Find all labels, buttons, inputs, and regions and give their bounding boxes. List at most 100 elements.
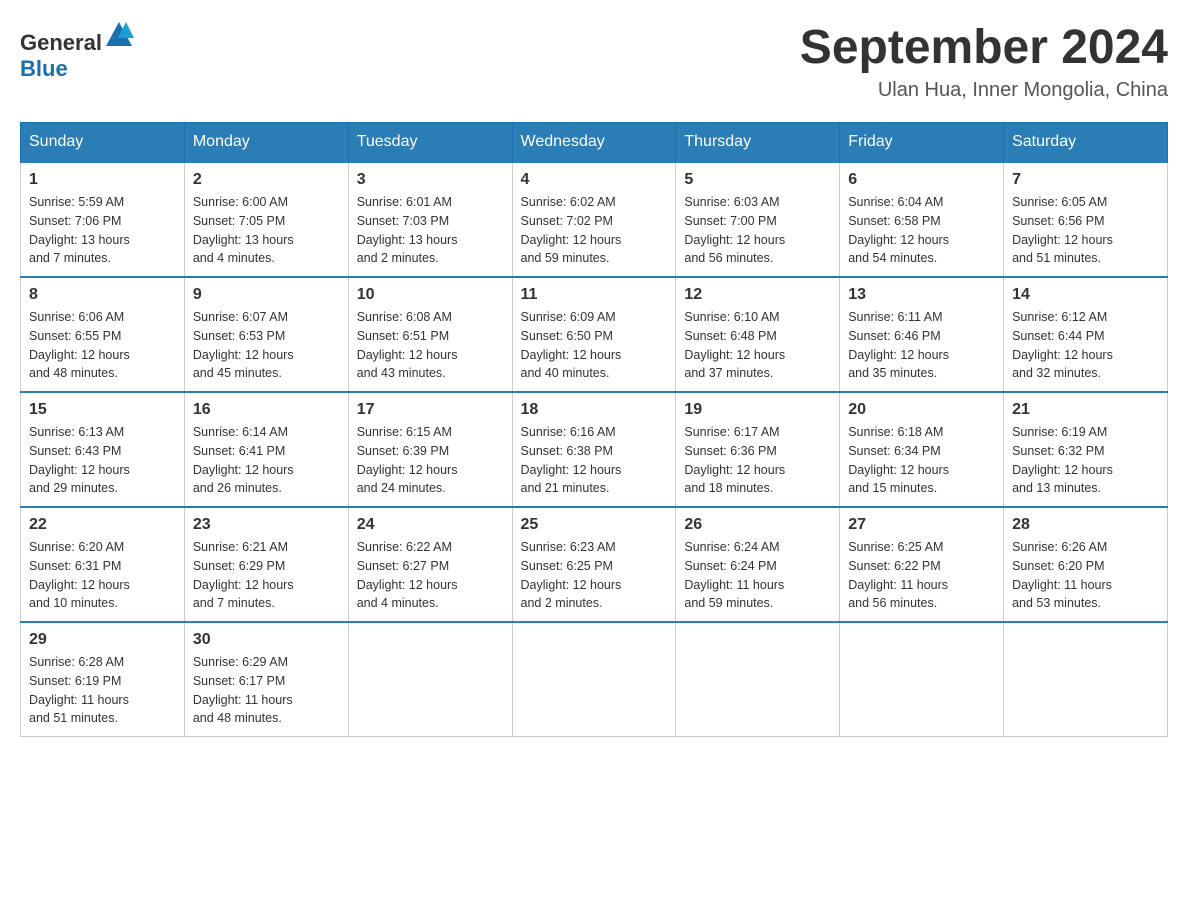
calendar-day-cell: 7Sunrise: 6:05 AMSunset: 6:56 PMDaylight… — [1004, 162, 1168, 277]
calendar-day-cell: 22 Sunrise: 6:20 AMSunset: 6:31 PMDayligh… — [21, 507, 185, 622]
calendar-day-cell: 11Sunrise: 6:09 AMSunset: 6:50 PMDayligh… — [512, 277, 676, 392]
calendar-day-cell: 29 Sunrise: 6:28 AMSunset: 6:19 PMDayligh… — [21, 622, 185, 737]
day-number: 23 — [193, 516, 340, 534]
calendar-day-cell: 5Sunrise: 6:03 AMSunset: 7:00 PMDaylight… — [676, 162, 840, 277]
day-number: 22 — [29, 516, 176, 534]
month-year-title: September 2024 — [800, 20, 1168, 75]
day-number: 29 — [29, 631, 176, 649]
day-number: 4 — [521, 171, 668, 189]
day-number: 26 — [684, 516, 831, 534]
day-info: Sunrise: 6:25 AMSunset: 6:22 PMDaylight:… — [848, 538, 995, 613]
day-info: Sunrise: 6:24 AMSunset: 6:24 PMDaylight:… — [684, 538, 831, 613]
day-number: 1 — [29, 171, 176, 189]
day-info: Sunrise: 6:11 AMSunset: 6:46 PMDaylight:… — [848, 308, 995, 383]
calendar-week-row: 8 Sunrise: 6:06 AMSunset: 6:55 PMDaylight… — [21, 277, 1168, 392]
day-info: Sunrise: 6:29 AMSunset: 6:17 PMDaylight:… — [193, 653, 340, 728]
calendar-header: SundayMondayTuesdayWednesdayThursdayFrid… — [21, 123, 1168, 163]
day-number: 13 — [848, 286, 995, 304]
calendar-day-cell: 2 Sunrise: 6:00 AMSunset: 7:05 PMDaylight… — [184, 162, 348, 277]
calendar-day-cell — [348, 622, 512, 737]
calendar-day-cell: 17 Sunrise: 6:15 AMSunset: 6:39 PMDayligh… — [348, 392, 512, 507]
calendar-table: SundayMondayTuesdayWednesdayThursdayFrid… — [20, 122, 1168, 737]
day-info: Sunrise: 6:22 AMSunset: 6:27 PMDaylight:… — [357, 538, 504, 613]
calendar-day-cell: 19 Sunrise: 6:17 AMSunset: 6:36 PMDayligh… — [676, 392, 840, 507]
calendar-week-row: 1 Sunrise: 5:59 AMSunset: 7:06 PMDaylight… — [21, 162, 1168, 277]
calendar-day-cell: 21Sunrise: 6:19 AMSunset: 6:32 PMDayligh… — [1004, 392, 1168, 507]
day-number: 9 — [193, 286, 340, 304]
day-info: Sunrise: 6:17 AMSunset: 6:36 PMDaylight:… — [684, 423, 831, 498]
day-info: Sunrise: 6:08 AMSunset: 6:51 PMDaylight:… — [357, 308, 504, 383]
calendar-day-cell: 24 Sunrise: 6:22 AMSunset: 6:27 PMDayligh… — [348, 507, 512, 622]
weekday-header-wednesday: Wednesday — [512, 123, 676, 163]
day-number: 18 — [521, 401, 668, 419]
day-number: 30 — [193, 631, 340, 649]
day-info: Sunrise: 6:04 AMSunset: 6:58 PMDaylight:… — [848, 193, 995, 268]
calendar-week-row: 29 Sunrise: 6:28 AMSunset: 6:19 PMDayligh… — [21, 622, 1168, 737]
day-info: Sunrise: 6:12 AMSunset: 6:44 PMDaylight:… — [1012, 308, 1159, 383]
day-info: Sunrise: 6:00 AMSunset: 7:05 PMDaylight:… — [193, 193, 340, 268]
calendar-day-cell: 10 Sunrise: 6:08 AMSunset: 6:51 PMDayligh… — [348, 277, 512, 392]
calendar-day-cell: 13 Sunrise: 6:11 AMSunset: 6:46 PMDayligh… — [840, 277, 1004, 392]
day-number: 15 — [29, 401, 176, 419]
day-info: Sunrise: 6:02 AMSunset: 7:02 PMDaylight:… — [521, 193, 668, 268]
day-number: 21 — [1012, 401, 1159, 419]
day-info: Sunrise: 6:03 AMSunset: 7:00 PMDaylight:… — [684, 193, 831, 268]
logo: General Blue — [20, 20, 134, 82]
day-info: Sunrise: 6:21 AMSunset: 6:29 PMDaylight:… — [193, 538, 340, 613]
calendar-day-cell: 25 Sunrise: 6:23 AMSunset: 6:25 PMDayligh… — [512, 507, 676, 622]
calendar-day-cell: 3 Sunrise: 6:01 AMSunset: 7:03 PMDaylight… — [348, 162, 512, 277]
day-number: 6 — [848, 171, 995, 189]
day-info: Sunrise: 6:14 AMSunset: 6:41 PMDaylight:… — [193, 423, 340, 498]
day-info: Sunrise: 6:10 AMSunset: 6:48 PMDaylight:… — [684, 308, 831, 383]
calendar-day-cell: 30 Sunrise: 6:29 AMSunset: 6:17 PMDayligh… — [184, 622, 348, 737]
calendar-day-cell — [1004, 622, 1168, 737]
day-number: 2 — [193, 171, 340, 189]
day-info: Sunrise: 6:06 AMSunset: 6:55 PMDaylight:… — [29, 308, 176, 383]
calendar-day-cell: 8 Sunrise: 6:06 AMSunset: 6:55 PMDaylight… — [21, 277, 185, 392]
day-number: 8 — [29, 286, 176, 304]
day-info: Sunrise: 6:23 AMSunset: 6:25 PMDaylight:… — [521, 538, 668, 613]
calendar-day-cell: 23 Sunrise: 6:21 AMSunset: 6:29 PMDayligh… — [184, 507, 348, 622]
weekday-header-tuesday: Tuesday — [348, 123, 512, 163]
day-info: Sunrise: 6:20 AMSunset: 6:31 PMDaylight:… — [29, 538, 176, 613]
day-number: 19 — [684, 401, 831, 419]
weekday-header-friday: Friday — [840, 123, 1004, 163]
page-header: General Blue September 2024 Ulan Hua, In… — [20, 20, 1168, 102]
calendar-week-row: 15Sunrise: 6:13 AMSunset: 6:43 PMDayligh… — [21, 392, 1168, 507]
day-info: Sunrise: 6:01 AMSunset: 7:03 PMDaylight:… — [357, 193, 504, 268]
day-info: Sunrise: 6:18 AMSunset: 6:34 PMDaylight:… — [848, 423, 995, 498]
calendar-day-cell: 4 Sunrise: 6:02 AMSunset: 7:02 PMDaylight… — [512, 162, 676, 277]
weekday-header-row: SundayMondayTuesdayWednesdayThursdayFrid… — [21, 123, 1168, 163]
calendar-day-cell — [840, 622, 1004, 737]
day-info: Sunrise: 6:28 AMSunset: 6:19 PMDaylight:… — [29, 653, 176, 728]
calendar-day-cell: 15Sunrise: 6:13 AMSunset: 6:43 PMDayligh… — [21, 392, 185, 507]
calendar-body: 1 Sunrise: 5:59 AMSunset: 7:06 PMDaylight… — [21, 162, 1168, 737]
day-number: 10 — [357, 286, 504, 304]
weekday-header-monday: Monday — [184, 123, 348, 163]
day-number: 16 — [193, 401, 340, 419]
day-number: 3 — [357, 171, 504, 189]
day-number: 27 — [848, 516, 995, 534]
day-info: Sunrise: 6:26 AMSunset: 6:20 PMDaylight:… — [1012, 538, 1159, 613]
day-info: Sunrise: 6:16 AMSunset: 6:38 PMDaylight:… — [521, 423, 668, 498]
day-info: Sunrise: 5:59 AMSunset: 7:06 PMDaylight:… — [29, 193, 176, 268]
calendar-day-cell: 9Sunrise: 6:07 AMSunset: 6:53 PMDaylight… — [184, 277, 348, 392]
weekday-header-saturday: Saturday — [1004, 123, 1168, 163]
logo-icon — [104, 20, 134, 50]
calendar-day-cell: 18 Sunrise: 6:16 AMSunset: 6:38 PMDayligh… — [512, 392, 676, 507]
calendar-day-cell: 27 Sunrise: 6:25 AMSunset: 6:22 PMDayligh… — [840, 507, 1004, 622]
day-number: 17 — [357, 401, 504, 419]
weekday-header-sunday: Sunday — [21, 123, 185, 163]
day-info: Sunrise: 6:15 AMSunset: 6:39 PMDaylight:… — [357, 423, 504, 498]
day-number: 11 — [521, 286, 668, 304]
calendar-week-row: 22 Sunrise: 6:20 AMSunset: 6:31 PMDayligh… — [21, 507, 1168, 622]
day-info: Sunrise: 6:05 AMSunset: 6:56 PMDaylight:… — [1012, 193, 1159, 268]
day-number: 28 — [1012, 516, 1159, 534]
logo-general-text: General — [20, 30, 102, 55]
calendar-day-cell: 28 Sunrise: 6:26 AMSunset: 6:20 PMDayligh… — [1004, 507, 1168, 622]
day-number: 24 — [357, 516, 504, 534]
day-number: 25 — [521, 516, 668, 534]
calendar-day-cell: 12Sunrise: 6:10 AMSunset: 6:48 PMDayligh… — [676, 277, 840, 392]
weekday-header-thursday: Thursday — [676, 123, 840, 163]
calendar-day-cell: 6 Sunrise: 6:04 AMSunset: 6:58 PMDaylight… — [840, 162, 1004, 277]
